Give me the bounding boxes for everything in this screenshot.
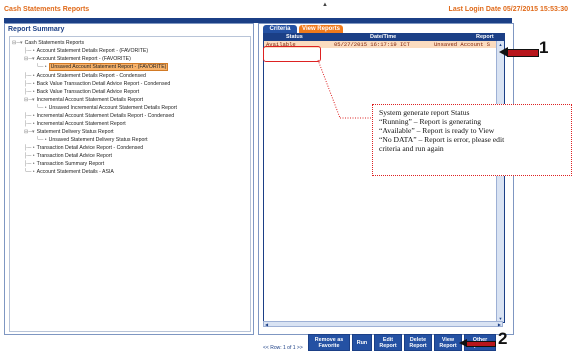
edit-report-button[interactable]: Edit Report — [374, 334, 402, 351]
view-report-button[interactable]: View Report — [434, 334, 462, 351]
status-explanation-callout: System generate report Status “Running” … — [372, 104, 572, 176]
callout-line: “Running” – Report is generating — [379, 117, 482, 126]
callout-line: “No DATA” – Report is error, please edit — [379, 135, 505, 144]
callout-line: System generate report Status — [379, 108, 470, 117]
delete-report-button[interactable]: Delete Report — [404, 334, 432, 351]
callout-line: “Available” – Report is ready to View — [379, 126, 495, 135]
arrow-shaft — [507, 49, 539, 57]
arrow-shaft — [466, 341, 496, 347]
callout-line: criteria and run again — [379, 144, 444, 153]
step-marker-2: 2 — [498, 329, 508, 348]
callout-leader-line — [317, 59, 372, 119]
run-button[interactable]: Run — [352, 334, 372, 351]
remove-favorite-button[interactable]: Remove as Favorite — [308, 334, 350, 351]
step-marker-1: 1 — [539, 38, 549, 57]
